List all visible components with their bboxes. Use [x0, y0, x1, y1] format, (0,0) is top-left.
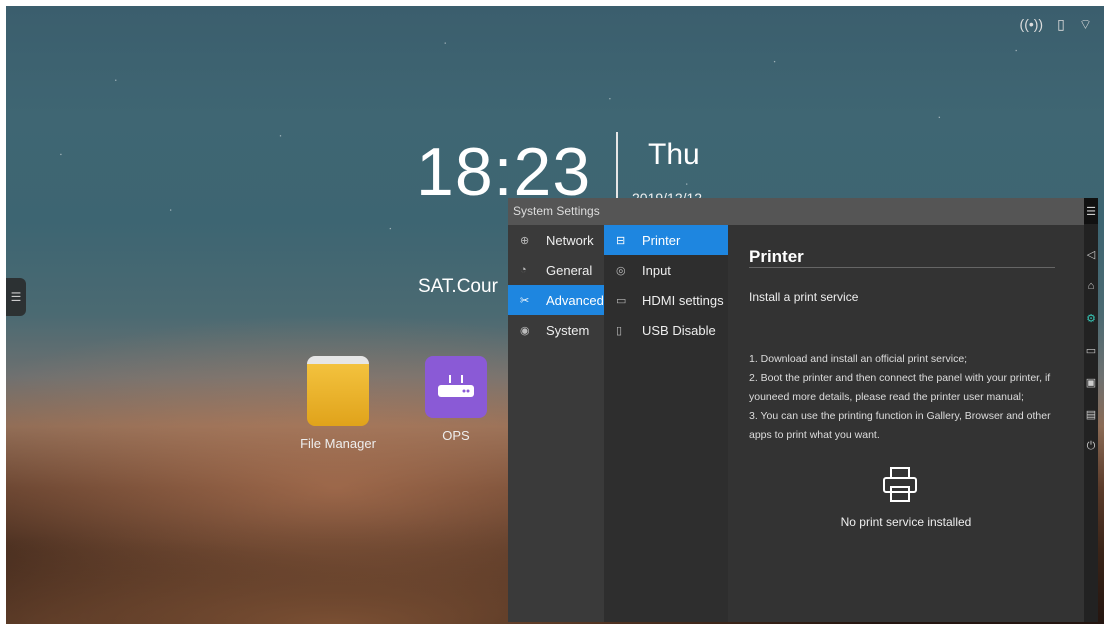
subitem-label: USB Disable: [642, 322, 716, 338]
globe-icon: ⊕: [520, 234, 530, 247]
right-toolbar-handle[interactable]: ☰: [1084, 198, 1098, 224]
settings-icon[interactable]: ⚙: [1084, 302, 1098, 334]
whiteboard-icon[interactable]: ▤: [1084, 398, 1098, 430]
screen-icon[interactable]: ▣: [1084, 366, 1098, 398]
tools-icon: ✂: [520, 294, 530, 307]
printer-panel: Printer Install a print service 1. Downl…: [728, 225, 1084, 622]
category-label: Advanced: [546, 292, 604, 308]
subitem-label: HDMI settings: [642, 292, 724, 308]
antenna-icon: ((•)): [1019, 16, 1044, 32]
touch-icon: ◎: [616, 264, 626, 277]
panel-heading: Printer: [749, 247, 804, 266]
subitem-printer[interactable]: ⊟ Printer: [604, 225, 728, 255]
settings-subitem-list: ⊟ Printer ◎ Input ▭ HDMI settings ▯ USB …: [604, 225, 728, 622]
category-label: System: [546, 322, 590, 338]
left-toolbar-handle[interactable]: ☰: [6, 278, 26, 316]
wifi-icon: ⌔: [1078, 16, 1092, 32]
palette-icon: ◔: [520, 264, 527, 276]
instruction-step: 3. You can use the printing function in …: [749, 410, 1051, 441]
app-label: File Manager: [300, 436, 376, 451]
category-advanced[interactable]: ✂ Advanced: [508, 285, 604, 315]
folder-icon: [307, 356, 369, 426]
printer-icon: [880, 465, 920, 505]
router-icon: [425, 356, 487, 418]
heading-divider: [749, 267, 1055, 268]
category-label: General: [546, 262, 593, 278]
usb-icon: ▯: [616, 324, 623, 337]
status-bar: ((•)) ▯ ⌔: [1020, 16, 1092, 34]
subitem-label: Input: [642, 262, 671, 278]
instruction-step: 1. Download and install an official prin…: [749, 353, 968, 365]
subitem-usb-disable[interactable]: ▯ USB Disable: [604, 315, 728, 345]
subitem-hdmi-settings[interactable]: ▭ HDMI settings: [604, 285, 728, 315]
printer-icon: ⊟: [616, 234, 626, 247]
home-icon[interactable]: ⌂: [1084, 270, 1098, 302]
app-file-manager[interactable]: File Manager: [298, 356, 378, 451]
empty-state-text: No print service installed: [840, 515, 972, 529]
subitem-input[interactable]: ◎ Input: [604, 255, 728, 285]
right-toolbar: ☰ ◁ ⌂ ⚙ ▭ ▣ ▤ ⏻: [1084, 198, 1098, 622]
clock-day: Thu: [648, 138, 700, 171]
info-icon: ◉: [520, 324, 530, 337]
settings-category-list: ⊕ Network ◔ General ✂ Advanced ◉ System: [508, 225, 604, 622]
clock-divider: [616, 132, 618, 202]
category-label: Network: [546, 232, 594, 248]
category-network[interactable]: ⊕ Network: [508, 225, 604, 255]
window-title: System Settings: [508, 198, 1084, 225]
usb-icon: ▯: [1057, 16, 1065, 32]
app-label: OPS: [442, 428, 470, 443]
app-ops[interactable]: OPS: [416, 356, 496, 443]
instruction-step: 2. Boot the printer and then connect the…: [749, 372, 1051, 403]
organization-name: SAT.Cour: [418, 276, 498, 297]
subitem-label: Printer: [642, 232, 681, 248]
back-icon[interactable]: ◁: [1084, 238, 1098, 270]
instructions: 1. Download and install an official prin…: [749, 350, 1064, 445]
system-settings-window: System Settings ⊕ Network ◔ General ✂ Ad…: [508, 198, 1084, 622]
clock-time: 18:23: [416, 134, 592, 210]
power-icon[interactable]: ⏻: [1084, 430, 1098, 462]
category-general[interactable]: ◔ General: [508, 255, 604, 285]
install-service-link[interactable]: Install a print service: [749, 290, 858, 304]
hdmi-icon: ▭: [616, 294, 627, 307]
category-system[interactable]: ◉ System: [508, 315, 604, 345]
folder-icon[interactable]: ▭: [1084, 334, 1098, 366]
